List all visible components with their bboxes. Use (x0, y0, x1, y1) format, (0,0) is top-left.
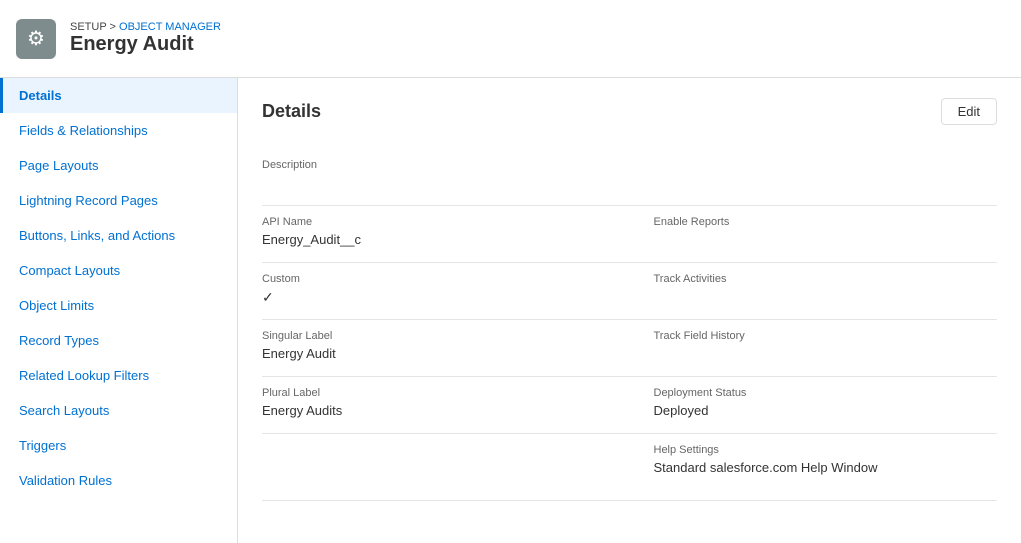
plural-label-label: Plural Label (262, 387, 606, 399)
breadcrumb-separator: > (110, 21, 119, 33)
sidebar-item-related-lookup-filters[interactable]: Related Lookup Filters (0, 358, 237, 393)
empty-left-field (262, 434, 630, 490)
plural-label-field: Plural Label Energy Audits (262, 377, 630, 434)
custom-label: Custom (262, 273, 606, 285)
edit-button[interactable]: Edit (941, 98, 997, 125)
singular-label-field: Singular Label Energy Audit (262, 320, 630, 377)
track-activities-value (654, 289, 998, 309)
track-field-history-field: Track Field History (630, 320, 998, 377)
custom-checkmark: ✓ (262, 289, 606, 309)
help-settings-value: Standard salesforce.com Help Window (654, 460, 998, 480)
description-label: Description (262, 159, 997, 171)
deployment-status-field: Deployment Status Deployed (630, 377, 998, 434)
sidebar-item-search-layouts[interactable]: Search Layouts (0, 393, 237, 428)
track-field-history-label: Track Field History (654, 330, 998, 342)
details-grid: Description API Name Energy_Audit__c Ena… (262, 149, 997, 501)
sidebar-item-lightning-record-pages[interactable]: Lightning Record Pages (0, 183, 237, 218)
api-name-field: API Name Energy_Audit__c (262, 206, 630, 263)
description-value (262, 175, 997, 195)
sidebar-item-triggers[interactable]: Triggers (0, 428, 237, 463)
track-activities-field: Track Activities (630, 263, 998, 320)
object-icon: ⚙ (16, 19, 56, 59)
help-settings-field: Help Settings Standard salesforce.com He… (630, 434, 998, 490)
description-field: Description (262, 149, 997, 206)
plural-label-value: Energy Audits (262, 403, 606, 423)
page-header: ⚙ SETUP > OBJECT MANAGER Energy Audit (0, 0, 1021, 78)
main-title: Details (262, 101, 321, 122)
deployment-status-label: Deployment Status (654, 387, 998, 399)
app-body: Details Fields & Relationships Page Layo… (0, 78, 1021, 543)
bottom-divider (262, 500, 997, 501)
sidebar-item-details[interactable]: Details (0, 78, 237, 113)
breadcrumb-object-manager[interactable]: OBJECT MANAGER (119, 21, 221, 33)
breadcrumb-setup: SETUP (70, 21, 106, 33)
singular-label-value: Energy Audit (262, 346, 606, 366)
api-name-label: API Name (262, 216, 606, 228)
sidebar-item-object-limits[interactable]: Object Limits (0, 288, 237, 323)
enable-reports-label: Enable Reports (654, 216, 998, 228)
sidebar-item-buttons-links-actions[interactable]: Buttons, Links, and Actions (0, 218, 237, 253)
sidebar-item-fields-relationships[interactable]: Fields & Relationships (0, 113, 237, 148)
sidebar-item-page-layouts[interactable]: Page Layouts (0, 148, 237, 183)
breadcrumb: SETUP > OBJECT MANAGER (70, 21, 221, 33)
sidebar-item-validation-rules[interactable]: Validation Rules (0, 463, 237, 498)
enable-reports-value (654, 232, 998, 252)
enable-reports-field: Enable Reports (630, 206, 998, 263)
header-text-block: SETUP > OBJECT MANAGER Energy Audit (70, 21, 221, 56)
custom-field: Custom ✓ (262, 263, 630, 320)
sidebar-item-record-types[interactable]: Record Types (0, 323, 237, 358)
main-content: Details Edit Description API Name Energy… (238, 78, 1021, 543)
sidebar-item-compact-layouts[interactable]: Compact Layouts (0, 253, 237, 288)
deployment-status-value: Deployed (654, 403, 998, 423)
track-field-history-value (654, 346, 998, 366)
main-header: Details Edit (262, 98, 997, 125)
sidebar: Details Fields & Relationships Page Layo… (0, 78, 238, 543)
singular-label-label: Singular Label (262, 330, 606, 342)
api-name-value: Energy_Audit__c (262, 232, 606, 252)
track-activities-label: Track Activities (654, 273, 998, 285)
page-title: Energy Audit (70, 33, 221, 56)
help-settings-label: Help Settings (654, 444, 998, 456)
